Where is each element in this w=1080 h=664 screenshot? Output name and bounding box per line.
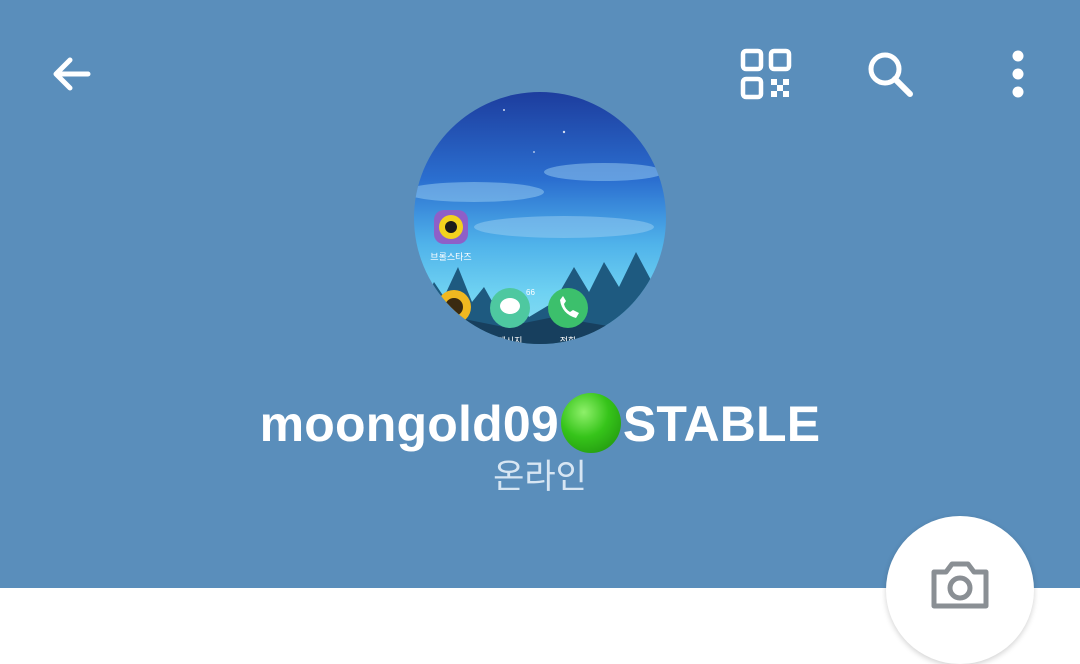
qr-code-button[interactable] (726, 34, 806, 114)
green-circle-icon (560, 393, 621, 453)
more-vertical-icon (1012, 50, 1024, 98)
profile-name-suffix: STABLE (622, 396, 821, 452)
svg-text:66: 66 (526, 288, 535, 297)
search-icon (868, 52, 913, 97)
svg-text:브롤스타즈: 브롤스타즈 (430, 252, 471, 263)
app-icon-game (437, 290, 471, 324)
back-button[interactable] (32, 34, 112, 114)
svg-text:전화: 전화 (560, 336, 577, 344)
online-status: 온라인 (493, 457, 587, 497)
set-photo-button[interactable] (886, 516, 1034, 664)
qr-code-icon (740, 48, 792, 100)
app-icon-brawl-stars: 브롤스타즈 (430, 210, 472, 263)
profile-name: moongold09 STABLE (0, 392, 1080, 456)
camera-icon (931, 561, 989, 609)
profile-avatar[interactable]: 브롤스타즈 66 메시지 전화 (414, 92, 666, 344)
profile-header: 브롤스타즈 66 메시지 전화 moongold09 STABLE 온라인 (0, 0, 1080, 588)
avatar-image: 브롤스타즈 66 메시지 전화 (414, 92, 666, 344)
profile-name-prefix: moongold09 (259, 396, 559, 452)
arrow-left-icon (53, 57, 91, 91)
more-options-button[interactable] (978, 34, 1058, 114)
svg-text:메시지: 메시지 (498, 336, 523, 344)
search-button[interactable] (850, 34, 930, 114)
